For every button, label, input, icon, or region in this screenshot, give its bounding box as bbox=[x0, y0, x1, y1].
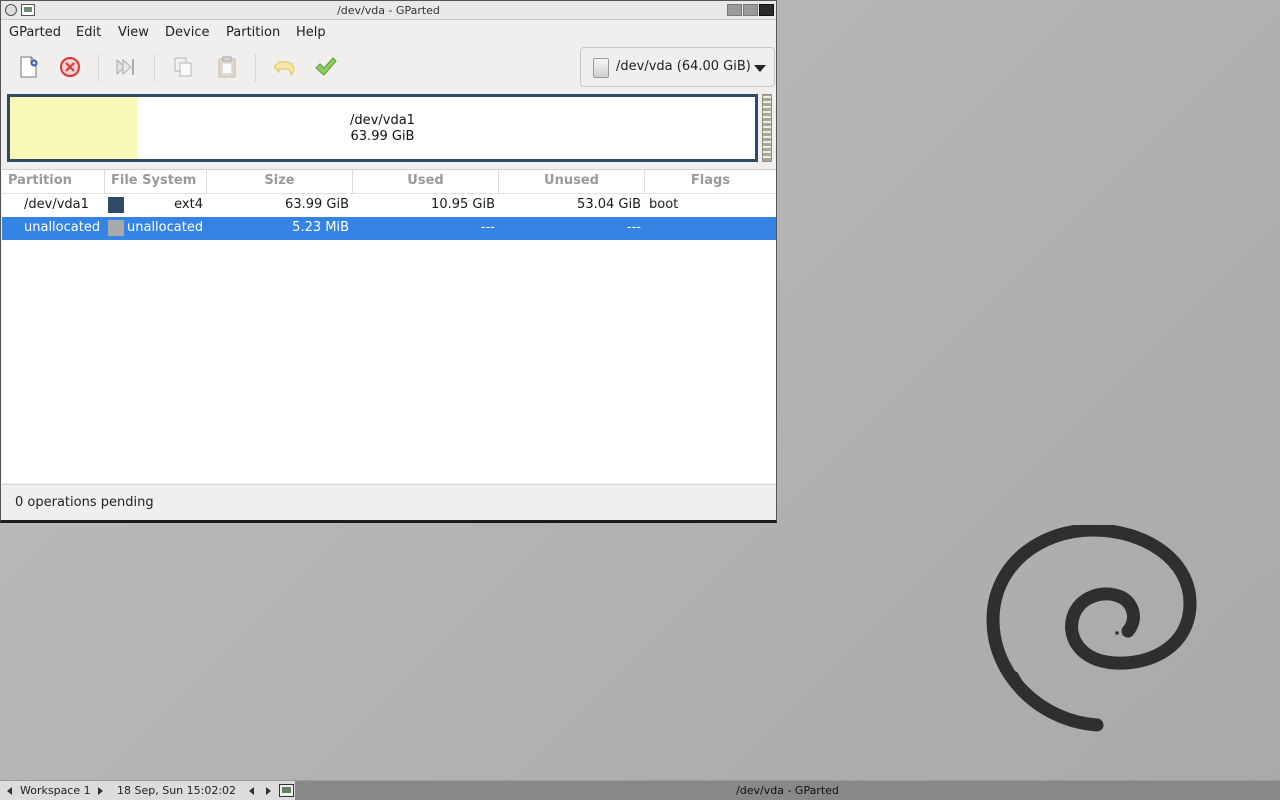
hard-disk-icon bbox=[593, 58, 609, 78]
taskbar-window-button[interactable]: /dev/vda - GParted bbox=[295, 781, 1280, 800]
new-icon[interactable] bbox=[15, 54, 41, 80]
cell-size: 5.23 MiB bbox=[292, 220, 349, 235]
cell-partition: unallocated bbox=[24, 220, 101, 235]
debian-logo-icon bbox=[986, 525, 1197, 732]
taskbar-window-title: /dev/vda - GParted bbox=[736, 784, 839, 797]
partition-table: Partition File System Size Used Unused F… bbox=[2, 169, 776, 483]
close-button[interactable] bbox=[759, 4, 774, 16]
filesystem-color-swatch bbox=[108, 220, 124, 236]
status-bar: 0 operations pending bbox=[2, 484, 776, 519]
graph-partition-size: 63.99 GiB bbox=[350, 129, 415, 144]
copy-icon[interactable] bbox=[170, 54, 196, 80]
toolbar-separator bbox=[98, 54, 99, 82]
title-bar[interactable]: /dev/vda - GParted bbox=[1, 1, 776, 20]
menu-gparted[interactable]: GParted bbox=[9, 25, 61, 40]
cell-flags: boot bbox=[649, 197, 679, 212]
column-header-partition[interactable]: Partition bbox=[2, 170, 105, 193]
graph-partition-name: /dev/vda1 bbox=[350, 113, 415, 128]
delete-icon[interactable] bbox=[57, 54, 83, 80]
cell-filesystem: unallocated bbox=[127, 220, 204, 235]
taskbar-clock: 18 Sep, Sun 15:02:02 bbox=[117, 784, 237, 797]
partition-graph-unallocated[interactable] bbox=[762, 94, 772, 162]
column-header-file-system[interactable]: File System bbox=[105, 170, 207, 193]
taskbar: Workspace 1 18 Sep, Sun 15:02:02 /dev/vd… bbox=[0, 780, 1280, 800]
table-row-selected[interactable]: unallocated unallocated 5.23 MiB --- --- bbox=[2, 217, 776, 240]
apply-icon[interactable] bbox=[312, 54, 338, 80]
paste-icon[interactable] bbox=[214, 54, 240, 80]
cell-size: 63.99 GiB bbox=[285, 197, 349, 212]
column-header-unused[interactable]: Unused bbox=[499, 170, 645, 193]
task-prev-icon[interactable] bbox=[249, 787, 254, 795]
cell-unused: --- bbox=[626, 220, 641, 235]
filesystem-color-swatch bbox=[108, 197, 124, 213]
device-selector[interactable]: /dev/vda (64.00 GiB) bbox=[580, 47, 775, 87]
menu-bar: GParted Edit View Device Partition Help bbox=[1, 21, 776, 45]
cell-filesystem: ext4 bbox=[174, 197, 203, 212]
task-next-icon[interactable] bbox=[266, 787, 271, 795]
undo-icon[interactable] bbox=[271, 54, 297, 80]
cell-partition: /dev/vda1 bbox=[24, 197, 89, 212]
column-header-size[interactable]: Size bbox=[207, 170, 353, 193]
resize-move-icon[interactable] bbox=[112, 54, 138, 80]
gparted-window: /dev/vda - GParted GParted Edit View Dev… bbox=[0, 0, 777, 523]
gparted-task-icon[interactable] bbox=[279, 784, 294, 797]
toolbar: /dev/vda (64.00 GiB) bbox=[1, 46, 776, 90]
toolbar-separator bbox=[154, 54, 155, 82]
device-selector-label: /dev/vda (64.00 GiB) bbox=[616, 59, 751, 74]
menu-view[interactable]: View bbox=[118, 25, 149, 40]
maximize-button[interactable] bbox=[743, 4, 758, 16]
column-header-flags[interactable]: Flags bbox=[645, 170, 776, 193]
menu-edit[interactable]: Edit bbox=[76, 25, 101, 40]
workspace-name[interactable]: Workspace 1 bbox=[20, 784, 91, 797]
column-header-used[interactable]: Used bbox=[353, 170, 499, 193]
workspace-next-icon[interactable] bbox=[98, 787, 103, 795]
menu-help[interactable]: Help bbox=[296, 25, 326, 40]
cell-used: 10.95 GiB bbox=[431, 197, 495, 212]
used-space-bar bbox=[10, 97, 138, 159]
menu-partition[interactable]: Partition bbox=[226, 25, 280, 40]
table-row[interactable]: /dev/vda1 ext4 63.99 GiB 10.95 GiB 53.04… bbox=[2, 194, 776, 217]
cell-unused: 53.04 GiB bbox=[577, 197, 641, 212]
operations-pending-status: 0 operations pending bbox=[15, 495, 154, 510]
cell-used: --- bbox=[480, 220, 495, 235]
toolbar-separator bbox=[255, 54, 256, 82]
dropdown-arrow-icon bbox=[754, 65, 766, 72]
window-title: /dev/vda - GParted bbox=[337, 4, 440, 17]
partition-graph-vda1[interactable]: /dev/vda1 63.99 GiB bbox=[7, 94, 758, 162]
workspace-prev-icon[interactable] bbox=[7, 787, 12, 795]
minimize-button[interactable] bbox=[727, 4, 742, 16]
menu-device[interactable]: Device bbox=[165, 25, 209, 40]
